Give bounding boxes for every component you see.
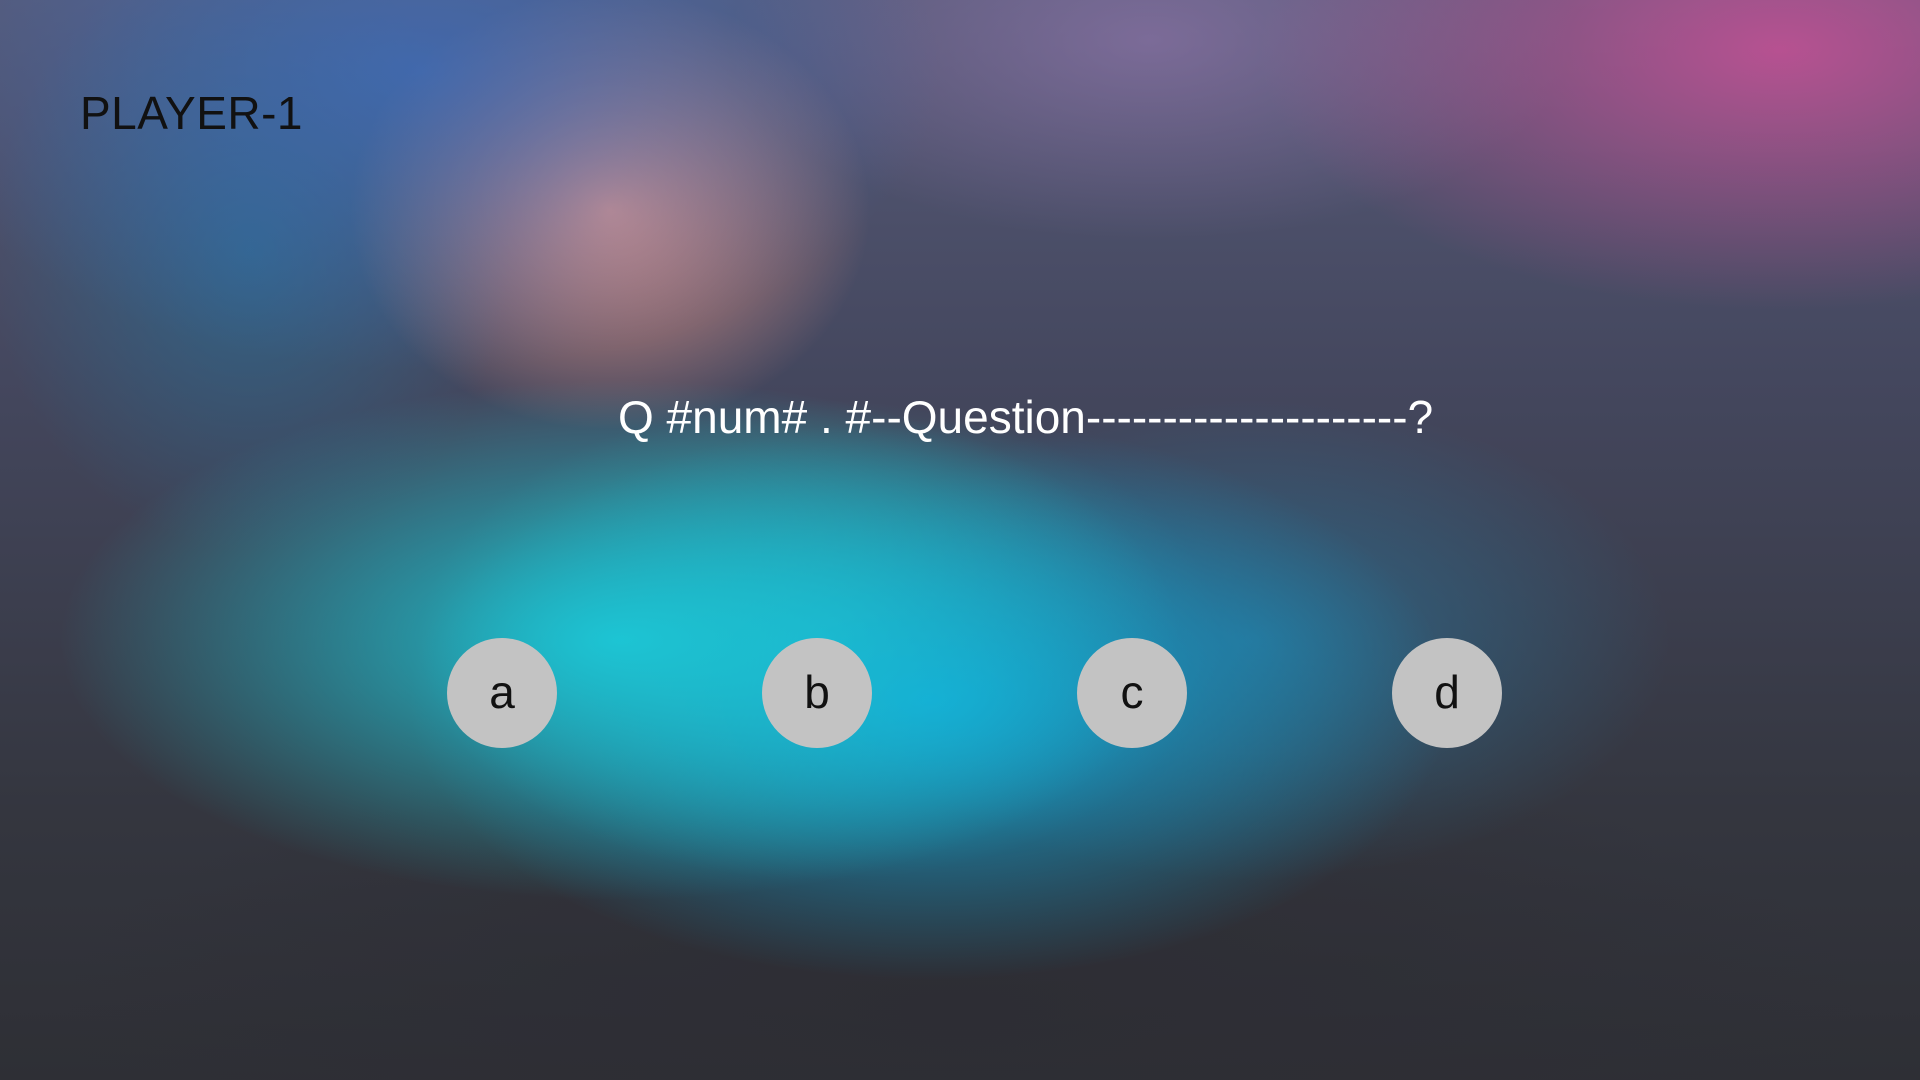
- answer-button-c[interactable]: c: [1077, 638, 1187, 748]
- blurred-background: [0, 0, 1920, 1080]
- question-text: Q #num# . #--Question-------------------…: [618, 391, 1434, 443]
- player-label: PLAYER-1: [80, 87, 304, 139]
- answer-options: a b c d: [0, 638, 1920, 748]
- answer-button-a[interactable]: a: [447, 638, 557, 748]
- answer-button-b[interactable]: b: [762, 638, 872, 748]
- answer-button-d[interactable]: d: [1392, 638, 1502, 748]
